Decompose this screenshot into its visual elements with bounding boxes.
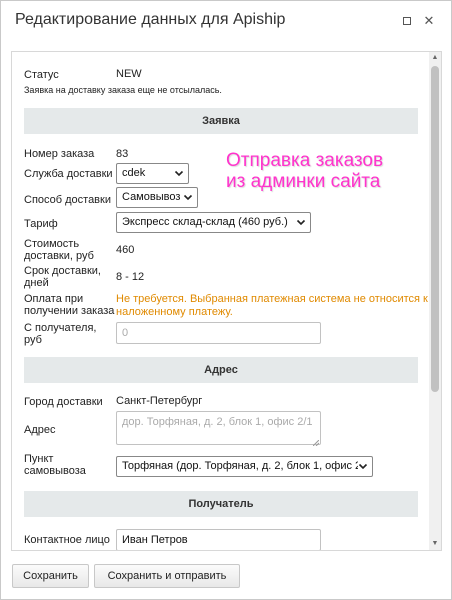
delivery-service-select[interactable]: cdek: [116, 163, 189, 184]
contact-person-label: Контактное лицо: [24, 534, 110, 546]
pickup-point-select[interactable]: Торфяная (дор. Торфяная, д. 2, блок 1, о…: [116, 456, 373, 477]
save-and-send-button[interactable]: Сохранить и отправить: [94, 564, 240, 588]
save-button[interactable]: Сохранить: [12, 564, 89, 588]
dialog-content: Статус NEW Заявка на доставку заказа еще…: [11, 51, 442, 551]
delivery-cost-value: 460: [116, 244, 135, 256]
delivery-term-value: 8 - 12: [116, 271, 145, 283]
tariff-value: Экспресс склад-склад (460 руб.): [122, 216, 288, 228]
promo-overlay-text: Отправка заказов из админки сайта: [226, 150, 383, 192]
delivery-service-label: Служба доставки: [24, 168, 113, 180]
delivery-term-label-line2: дней: [24, 277, 49, 289]
content-scrollbar[interactable]: ▲ ▼: [429, 52, 441, 550]
scroll-down-arrow-icon[interactable]: ▼: [429, 538, 441, 550]
cod-label-line1: С получателя,: [24, 322, 97, 334]
maximize-icon[interactable]: [400, 14, 414, 28]
delivery-cost-label-line1: Стоимость: [24, 238, 80, 250]
payment-warning-line2: наложенному платежу.: [116, 306, 233, 318]
order-number-label: Номер заказа: [24, 148, 95, 160]
delivery-cost-label-line2: доставки, руб: [24, 250, 94, 262]
section-recipient-header: Получатель: [24, 491, 418, 517]
delivery-method-label: Способ доставки: [24, 194, 111, 206]
edit-dialog: Редактирование данных для Apiship ✕ Стат…: [0, 0, 452, 600]
cod-amount-input[interactable]: 0: [116, 322, 321, 344]
delivery-method-value: Самовывоз: [122, 191, 181, 203]
close-icon[interactable]: ✕: [422, 14, 436, 28]
address-label: Адрес: [24, 424, 56, 436]
status-label: Статус: [24, 69, 59, 81]
delivery-term-label-line1: Срок доставки,: [24, 265, 101, 277]
delivery-service-value: cdek: [122, 167, 146, 179]
promo-overlay-line2: из админки сайта: [226, 171, 381, 192]
scrollbar-thumb[interactable]: [431, 66, 439, 392]
pickup-point-value: Торфяная (дор. Торфяная, д. 2, блок 1, о…: [122, 460, 362, 472]
chevron-down-icon: [358, 461, 368, 471]
section-address-header: Адрес: [24, 357, 418, 383]
delivery-method-select[interactable]: Самовывоз: [116, 187, 198, 208]
address-placeholder: дор. Торфяная, д. 2, блок 1, офис 2/1: [122, 416, 313, 428]
address-textarea[interactable]: дор. Торфяная, д. 2, блок 1, офис 2/1: [116, 411, 321, 447]
contact-person-input[interactable]: Иван Петров: [116, 529, 321, 550]
section-order-header: Заявка: [24, 108, 418, 134]
dialog-titlebar[interactable]: Редактирование данных для Apiship ✕: [1, 1, 451, 41]
chevron-down-icon: [174, 168, 184, 178]
scroll-up-arrow-icon[interactable]: ▲: [429, 52, 441, 64]
pickup-label-line1: Пункт: [24, 453, 54, 465]
dialog-title: Редактирование данных для Apiship: [15, 11, 286, 28]
tariff-select[interactable]: Экспресс склад-склад (460 руб.): [116, 212, 311, 233]
pickup-label-line2: самовывоза: [24, 465, 86, 477]
city-value: Санкт-Петербург: [116, 395, 203, 407]
order-number-value: 83: [116, 148, 129, 160]
status-value: NEW: [116, 68, 142, 80]
status-note: Заявка на доставку заказа еще не отсылал…: [24, 85, 222, 95]
chevron-down-icon: [183, 192, 193, 202]
cod-label-line2: руб: [24, 334, 42, 346]
promo-overlay-line1: Отправка заказов: [226, 150, 384, 171]
payment-label-line1: Оплата при: [24, 293, 84, 305]
tariff-label: Тариф: [24, 218, 58, 230]
chevron-down-icon: [296, 217, 306, 227]
resize-handle-icon[interactable]: [312, 437, 320, 447]
payment-label-line2: получении заказа: [24, 305, 115, 317]
city-label: Город доставки: [24, 396, 103, 408]
payment-warning-line1: Не требуется. Выбранная платежная систем…: [116, 293, 428, 305]
